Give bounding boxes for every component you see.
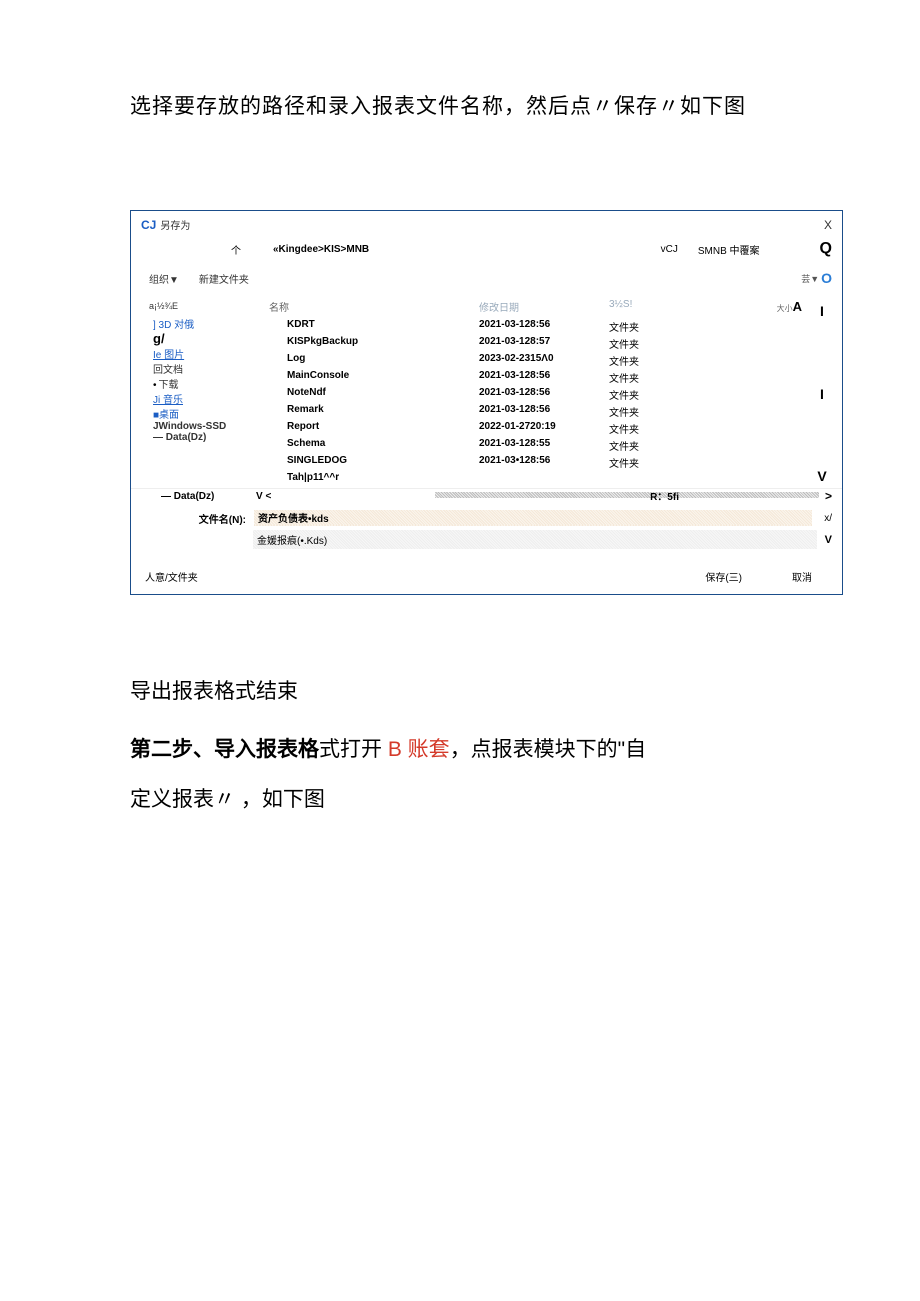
horizontal-scroll: — Data(Dz) V < R：5fi > (131, 488, 842, 503)
new-folder-button[interactable]: 新建文件夹 (199, 271, 249, 286)
file-name: Log (269, 353, 479, 368)
step2-text: 第二步、导入报表格式打开 B 账套，点报表模块下的"自 (130, 733, 820, 763)
file-type: 文件夹 (609, 353, 679, 368)
sidebar-item[interactable]: JWindows-SSD (149, 421, 269, 432)
file-type: 文件夹 (609, 404, 679, 419)
right-strip: I I V (812, 299, 832, 484)
file-date: 2022-01-2720:19 (479, 421, 609, 436)
sidebar-item[interactable]: g/ (149, 331, 269, 346)
help-icon[interactable]: O (821, 270, 832, 286)
file-name: Schema (269, 438, 479, 453)
file-date: 2021-03-128:56 (479, 370, 609, 385)
file-type: 文件夹 (609, 421, 679, 436)
dialog-title: 另存为 (160, 217, 190, 232)
scroll-mark-mid[interactable]: I (820, 386, 824, 402)
file-date: 2021-03-128:55 (479, 438, 609, 453)
filetype-row: 金媛报痕(•.Kds) V (131, 528, 842, 555)
filename-row: 文件名(N): x/ (131, 503, 842, 528)
file-type: 文件夹 (609, 336, 679, 351)
export-done-text: 导出报表格式结束 (130, 675, 820, 705)
file-name: KISPkgBackup (269, 336, 479, 351)
file-type: 文件夹 (609, 370, 679, 385)
filename-label: 文件名(N): (191, 511, 246, 526)
file-name: SINGLEDOG (269, 455, 479, 470)
smnb-label: SMNB 中覆案 (698, 242, 760, 257)
sidebar-item[interactable]: — Data(Dz) (149, 432, 269, 443)
file-type: 文件夹 (609, 455, 679, 470)
sidebar-item[interactable]: Ie 图片 (149, 346, 269, 361)
col-name[interactable]: 名称 (269, 299, 479, 314)
file-type: 文件夹 (609, 438, 679, 453)
vcj-label: vCJ (661, 244, 678, 255)
search-icon[interactable]: Q (820, 240, 832, 258)
dialog-icon: CJ (141, 218, 156, 232)
save-as-dialog: CJ 另存为 X 个 «Kingdee>KIS>MNB vCJ SMNB 中覆案… (130, 210, 843, 595)
file-name: NoteNdf (269, 387, 479, 402)
col-size[interactable]: 大小A (679, 299, 812, 314)
file-list: 名称 修改日期 3½S! 大小A KDRT2021-03-128:56文件夹KI… (269, 299, 812, 484)
filetype-dropdown-icon[interactable]: V (825, 534, 832, 546)
file-date: 2021-03•128:56 (479, 455, 609, 470)
file-row[interactable]: Remark2021-03-128:56文件夹 (269, 403, 812, 420)
column-headers: 名称 修改日期 3½S! 大小A (269, 299, 812, 314)
scroll-right-icon[interactable]: > (819, 489, 832, 503)
file-row[interactable]: SINGLEDOG2021-03•128:56文件夹 (269, 454, 812, 471)
sidebar-item[interactable]: 回文档 (149, 361, 269, 376)
file-name: MainConsoIe (269, 370, 479, 385)
hide-folder-link[interactable]: 人意/文件夹 (145, 569, 198, 584)
instruction-text: 选择要存放的路径和录入报表文件名称，然后点〃保存〃如下图 (130, 90, 820, 120)
sidebar: a¡½¾E ] 3D 对俄g/Ie 图片回文档下载Ji 音乐■桌面JWindow… (149, 299, 269, 484)
file-date: 2023-02-2315Λ0 (479, 353, 609, 368)
h-scrollbar[interactable]: R：5fi (275, 491, 819, 501)
file-type: 文件夹 (609, 319, 679, 334)
data-dz-label[interactable]: — Data(Dz) (161, 491, 256, 502)
sidebar-item[interactable]: Ji 音乐 (149, 391, 269, 406)
custom-report-text: 定义报表〃 ，如下图 (130, 783, 820, 813)
v-left-mark[interactable]: V < (256, 491, 271, 502)
file-date: 2021-03-128:57 (479, 336, 609, 351)
file-row[interactable]: KISPkgBackup2021-03-128:57文件夹 (269, 335, 812, 352)
sidebar-item[interactable]: ] 3D 对俄 (149, 316, 269, 331)
save-button[interactable]: 保存(三) (705, 569, 742, 584)
file-row[interactable]: Tah|p11^^r (269, 471, 812, 484)
col-date[interactable]: 修改日期 (479, 299, 609, 314)
scroll-mark-top[interactable]: I (820, 303, 824, 319)
view-button[interactable]: 芸▼ (801, 272, 819, 285)
rfi-label: R：5fi (650, 488, 679, 503)
file-name: Remark (269, 404, 479, 419)
filename-input[interactable] (254, 510, 812, 526)
cancel-button[interactable]: 取消 (792, 569, 812, 584)
sidebar-item[interactable]: 下载 (149, 376, 269, 391)
file-name: KDRT (269, 319, 479, 334)
file-date: 2021-03-128:56 (479, 404, 609, 419)
filetype-select[interactable]: 金媛报痕(•.Kds) (253, 530, 817, 549)
path-bar: 个 «Kingdee>KIS>MNB vCJ SMNB 中覆案 Q (131, 236, 842, 266)
dialog-footer: 人意/文件夹 保存(三) 取消 (131, 555, 842, 594)
dialog-body: a¡½¾E ] 3D 对俄g/Ie 图片回文档下载Ji 音乐■桌面JWindow… (131, 293, 842, 484)
breadcrumb[interactable]: «Kingdee>KIS>MNB (273, 244, 369, 255)
organize-button[interactable]: 组织▼ (149, 271, 179, 286)
col-type[interactable]: 3½S! (609, 299, 679, 314)
sidebar-item[interactable]: ■桌面 (149, 406, 269, 421)
file-date: 2021-03-128:56 (479, 319, 609, 334)
file-name: Tah|p11^^r (269, 472, 479, 483)
filename-end: x/ (820, 513, 832, 524)
up-arrow-icon[interactable]: 个 (231, 242, 241, 257)
sidebar-header: a¡½¾E (149, 301, 269, 311)
file-row[interactable]: Schema2021-03-128:55文件夹 (269, 437, 812, 454)
file-type (609, 472, 679, 483)
file-type: 文件夹 (609, 387, 679, 402)
file-row[interactable]: NoteNdf2021-03-128:56文件夹 (269, 386, 812, 403)
close-icon[interactable]: X (824, 218, 832, 232)
titlebar: CJ 另存为 X (131, 211, 842, 236)
file-date (479, 472, 609, 483)
file-row[interactable]: MainConsoIe2021-03-128:56文件夹 (269, 369, 812, 386)
file-row[interactable]: Report2022-01-2720:19文件夹 (269, 420, 812, 437)
dialog-toolbar: 组织▼ 新建文件夹 芸▼ O (131, 266, 842, 293)
file-date: 2021-03-128:56 (479, 387, 609, 402)
file-row[interactable]: KDRT2021-03-128:56文件夹 (269, 318, 812, 335)
file-name: Report (269, 421, 479, 436)
scroll-mark-bottom[interactable]: V (817, 468, 826, 484)
file-row[interactable]: Log2023-02-2315Λ0文件夹 (269, 352, 812, 369)
